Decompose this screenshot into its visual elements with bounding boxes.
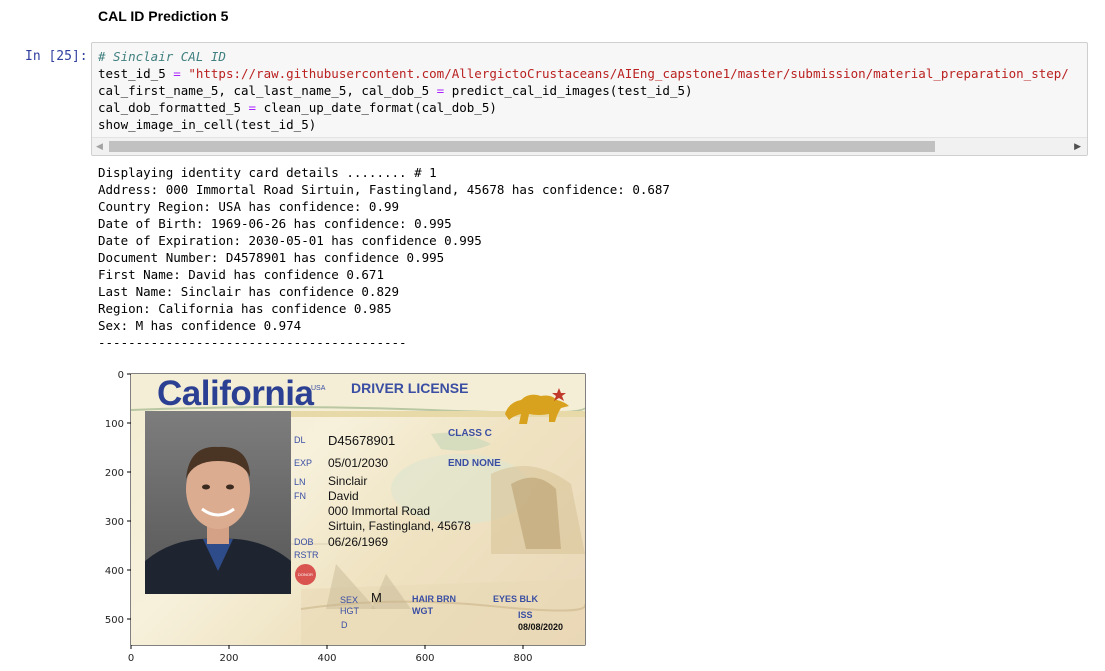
output-line: First Name: David has confidence 0.671 [98, 267, 384, 282]
bear-emblem-icon [505, 388, 569, 424]
card-title: DRIVER LICENSE [351, 380, 469, 396]
cell-output: Displaying identity card details .......… [98, 164, 670, 351]
address-line-1: 000 Immortal Road [328, 504, 431, 518]
dl-value: D45678901 [328, 433, 396, 448]
ln-label: LN [294, 477, 306, 487]
output-line: Displaying identity card details .......… [98, 165, 437, 180]
y-tick-label: 400 [105, 566, 124, 577]
hgt-label: HGT [340, 606, 359, 616]
y-tick-label: 100 [105, 419, 124, 430]
code-token: test_id_5 [98, 66, 174, 81]
y-tick-label: 300 [105, 517, 124, 528]
code-comment: # Sinclair CAL ID [98, 49, 226, 64]
iss-value: 08/08/2020 [518, 622, 564, 632]
y-tick-label: 200 [105, 468, 124, 479]
output-line: Date of Birth: 1969-06-26 has confidence… [98, 216, 452, 231]
d-label: D [341, 620, 348, 630]
portrait-image [145, 446, 291, 594]
output-line: Date of Expiration: 2030-05-01 has confi… [98, 233, 482, 248]
scroll-left-icon[interactable]: ◀ [96, 141, 103, 152]
end-label: END NONE [448, 458, 501, 469]
output-line: Address: 000 Immortal Road Sirtuin, Fast… [98, 182, 670, 197]
dl-label: DL [294, 435, 306, 445]
y-tick-label: 500 [105, 615, 124, 626]
code-token: predict_cal_id_images(test_id_5) [444, 83, 693, 98]
output-line: Last Name: Sinclair has confidence 0.829 [98, 284, 400, 299]
donor-label: DONOR [298, 572, 313, 577]
address-line-2: Sirtuin, Fastingland, 45678 [328, 519, 471, 533]
fn-label: FN [294, 491, 306, 501]
sex-value: M [371, 590, 382, 605]
code-string: "https://raw.githubusercontent.com/Aller… [180, 66, 1069, 81]
section-heading: CAL ID Prediction 5 [98, 8, 229, 24]
exp-label: EXP [294, 458, 313, 468]
rstr-label: RSTR [294, 550, 319, 560]
dob-label: DOB [294, 537, 314, 547]
exp-value: 05/01/2030 [328, 456, 389, 470]
output-line: Country Region: USA has confidence: 0.99 [98, 199, 400, 214]
wgt-label: WGT [412, 606, 433, 616]
dob-value: 06/26/1969 [328, 535, 389, 549]
scrollbar-thumb[interactable] [109, 141, 935, 152]
sex-label: SEX [340, 595, 359, 605]
x-tick-label: 800 [513, 653, 532, 664]
code-editor[interactable]: # Sinclair CAL ID test_id_5 = "https://r… [98, 48, 1069, 133]
horizontal-scrollbar[interactable]: ◀ ▶ [92, 137, 1087, 155]
x-tick-label: 400 [317, 653, 336, 664]
scroll-right-icon[interactable]: ▶ [1074, 141, 1081, 152]
code-token: cal_dob_formatted_5 [98, 100, 249, 115]
output-line: Sex: M has confidence 0.974 [98, 318, 302, 333]
cell-prompt: In [25]: [25, 49, 88, 64]
card-usa: USA [311, 385, 326, 392]
ln-value: Sinclair [328, 474, 368, 488]
x-axis: 0 200 400 600 800 [128, 645, 533, 664]
code-cell[interactable]: # Sinclair CAL ID test_id_5 = "https://r… [91, 42, 1088, 156]
iss-label: ISS [518, 610, 533, 620]
class-label: CLASS C [448, 428, 492, 439]
fn-value: David [328, 489, 359, 503]
y-axis: 0 100 200 300 400 500 [105, 370, 131, 626]
y-tick-label: 0 [118, 370, 124, 381]
output-line: Region: California has confidence 0.985 [98, 301, 392, 316]
output-line: Document Number: D4578901 has confidence… [98, 250, 445, 265]
output-separator: ----------------------------------------… [98, 335, 407, 350]
code-token: cal_first_name_5, cal_last_name_5, cal_d… [98, 83, 437, 98]
code-operator: = [173, 66, 181, 81]
license-image: California USA DRIVER LICENSE DL D456789… [131, 374, 585, 645]
card-photo [145, 411, 291, 594]
code-token: show_image_in_cell(test_id_5) [98, 117, 317, 132]
x-tick-label: 600 [415, 653, 434, 664]
card-state-name: California [157, 374, 314, 413]
code-token: clean_up_date_format(cal_dob_5) [256, 100, 497, 115]
hair-label: HAIR BRN [412, 594, 456, 604]
x-tick-label: 200 [219, 653, 238, 664]
x-tick-label: 0 [128, 653, 134, 664]
code-operator: = [248, 100, 257, 115]
eyes-label: EYES BLK [493, 594, 539, 604]
